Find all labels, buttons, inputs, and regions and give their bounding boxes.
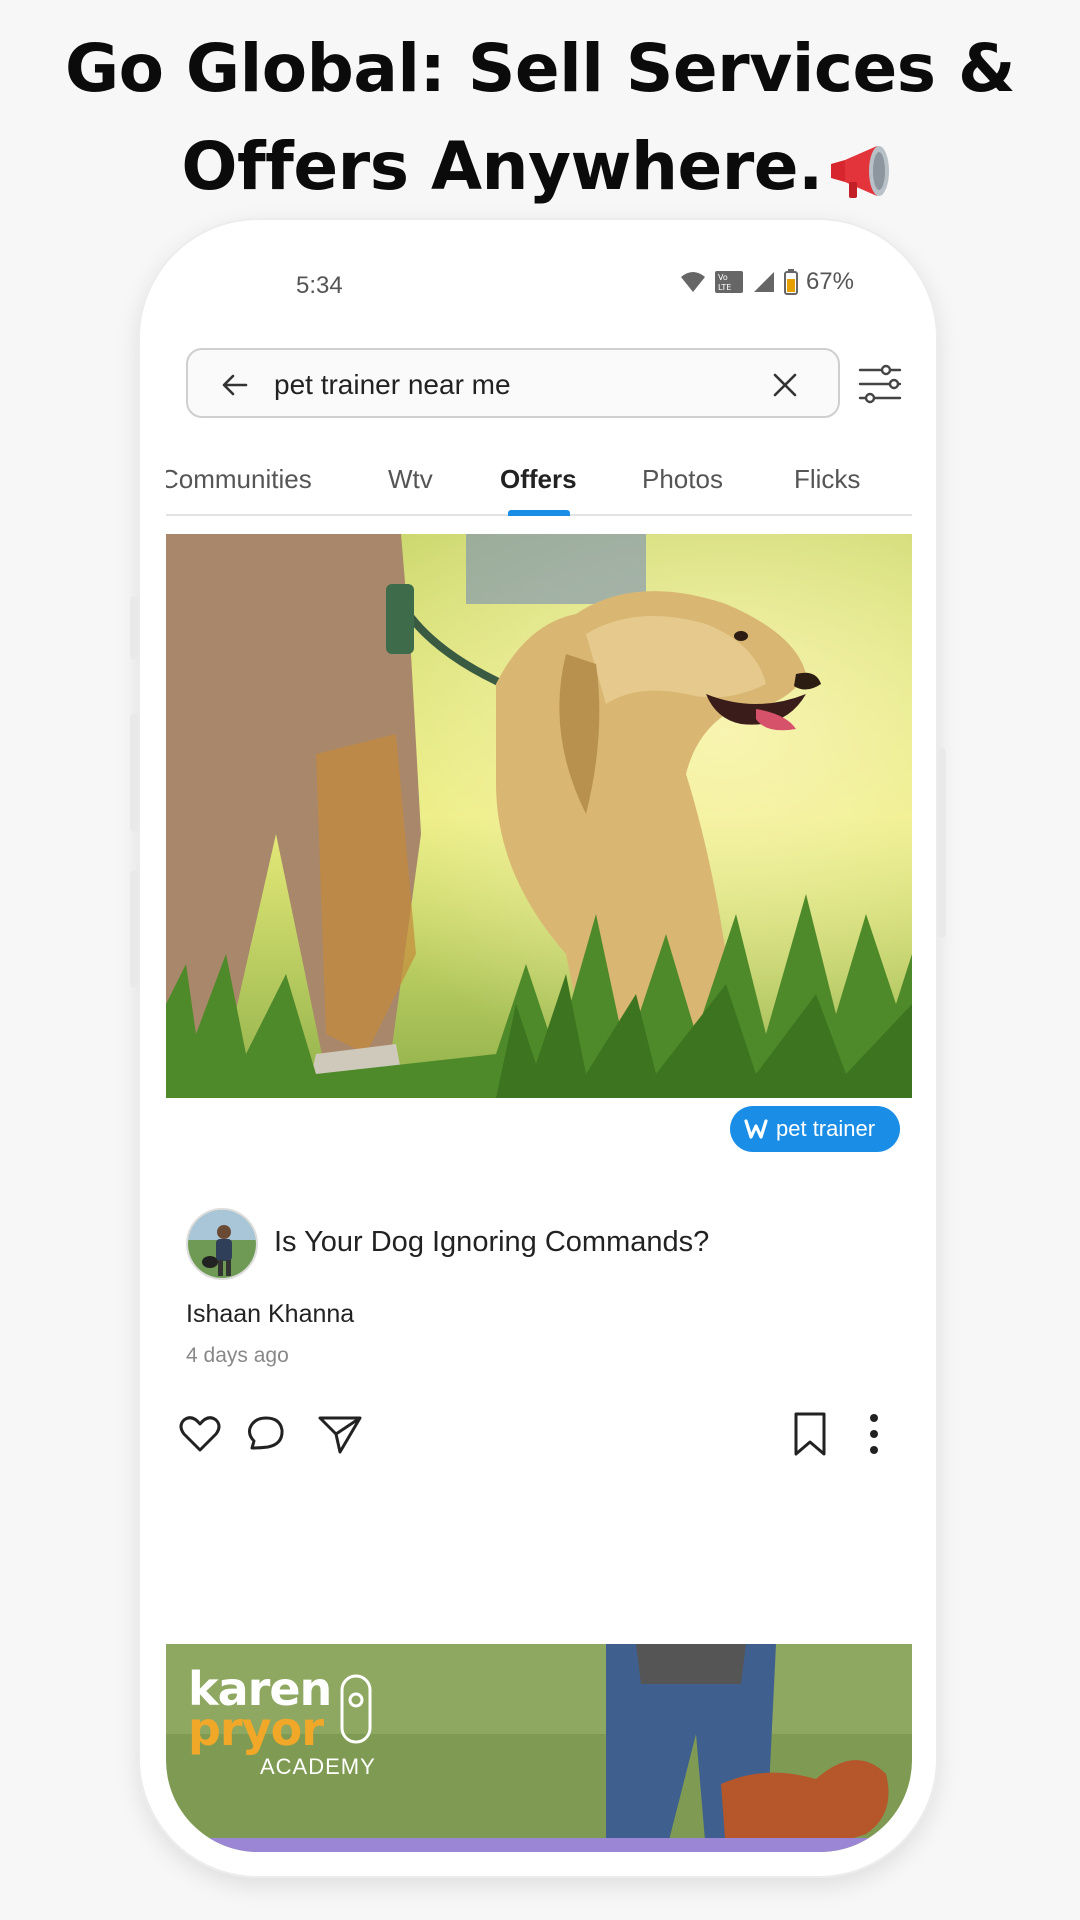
author-name[interactable]: Ishaan Khanna	[186, 1300, 354, 1329]
next-post-preview[interactable]: karen pryor ACADEMY	[166, 1644, 912, 1852]
avatar-photo	[188, 1210, 256, 1278]
comment-icon[interactable]	[242, 1410, 290, 1458]
phone-power-button	[938, 748, 946, 938]
clicker-icon	[340, 1674, 372, 1744]
status-bar: 5:34 Vo LTE 67%	[166, 240, 912, 332]
author-avatar[interactable]	[186, 1208, 258, 1280]
svg-text:LTE: LTE	[718, 283, 731, 292]
brand-pryor: pryor	[188, 1702, 324, 1756]
phone-side-button-2	[130, 714, 138, 832]
dog-walk-photo	[166, 534, 912, 1098]
tab-offers[interactable]: Offers	[500, 464, 577, 495]
search-row: pet trainer near me	[166, 348, 912, 418]
volte-icon: VoLTE	[714, 271, 743, 293]
category-tag-label: pet trainer	[776, 1116, 876, 1141]
brand-academy: ACADEMY	[260, 1754, 376, 1779]
post-title[interactable]: Is Your Dog Ignoring Commands?	[274, 1226, 709, 1259]
active-tab-indicator	[508, 510, 570, 516]
headline-line-1: Go Global: Sell Services &	[64, 30, 1016, 107]
battery-icon	[783, 269, 798, 295]
battery-percentage: 67%	[805, 268, 854, 295]
search-query[interactable]: pet trainer near me	[274, 369, 511, 401]
brand-logo: karen pryor ACADEMY	[188, 1666, 388, 1786]
tab-wtv[interactable]: Wtv	[388, 464, 433, 495]
search-input[interactable]: pet trainer near me	[186, 348, 840, 418]
status-icons: Vo LTE 67%	[680, 268, 854, 296]
phone-side-button-1	[130, 596, 138, 660]
headline-line-2-text: Offers Anywhere.	[181, 128, 823, 205]
phone-screen: 5:34 Vo LTE 67% pet trainer near me Commu…	[166, 240, 912, 1852]
headline: Go Global: Sell Services & Offers Anywhe…	[0, 20, 1080, 216]
status-time: 5:34	[296, 272, 343, 299]
bookmark-icon[interactable]	[786, 1410, 834, 1458]
signal-icon	[753, 272, 774, 292]
headline-line-2: Offers Anywhere.	[0, 118, 1080, 216]
filter-sliders-icon[interactable]	[856, 360, 904, 408]
wifi-icon	[680, 272, 705, 292]
tab-photos[interactable]: Photos	[642, 464, 723, 495]
search-tabs: Communities Wtv Offers Photos Flicks	[166, 450, 912, 516]
share-icon[interactable]	[316, 1410, 364, 1458]
heart-icon[interactable]	[176, 1410, 224, 1458]
post-timestamp: 4 days ago	[186, 1344, 289, 1367]
megaphone-icon	[830, 145, 889, 198]
post-image[interactable]	[166, 534, 912, 1098]
phone-side-button-3	[130, 870, 138, 988]
tab-communities[interactable]: Communities	[166, 464, 312, 495]
category-tag[interactable]: pet trainer	[730, 1106, 900, 1152]
svg-text:Vo: Vo	[718, 273, 728, 282]
clear-icon[interactable]	[770, 370, 800, 400]
w-logo-icon	[744, 1119, 768, 1139]
more-icon[interactable]	[850, 1410, 898, 1458]
back-arrow-icon[interactable]	[220, 370, 250, 400]
tab-flicks[interactable]: Flicks	[794, 464, 860, 495]
